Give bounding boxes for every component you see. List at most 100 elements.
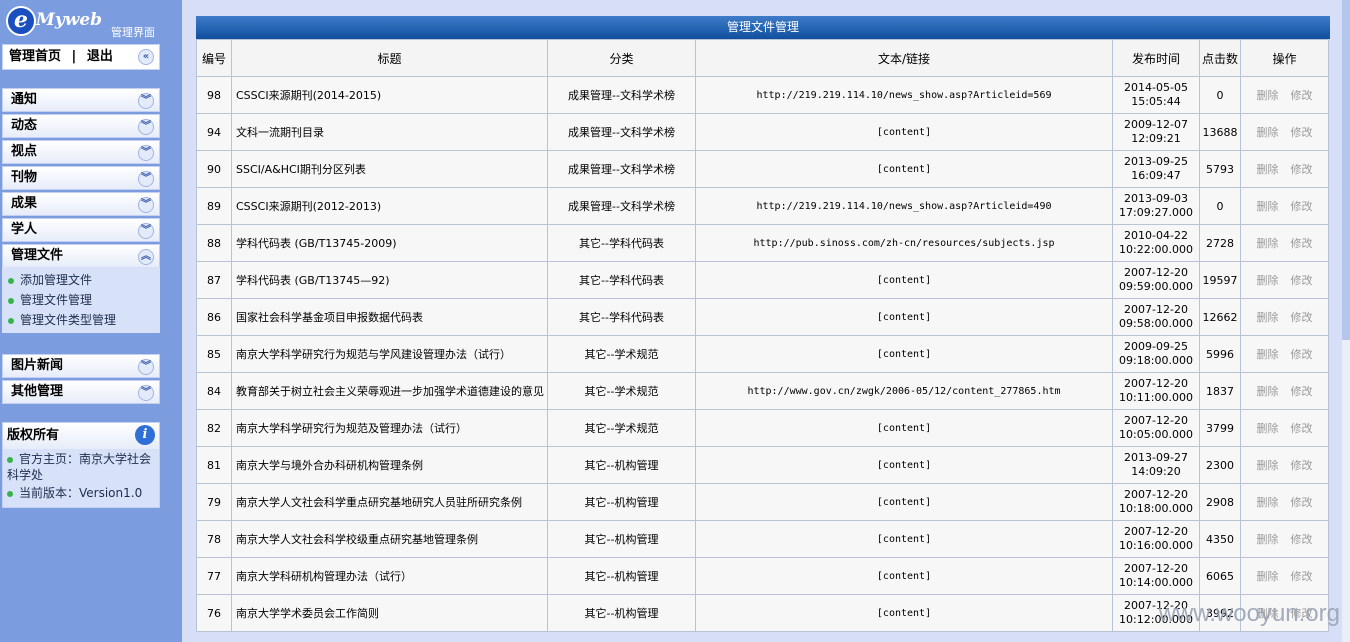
cell-clicks: 0 [1199, 76, 1241, 114]
date-text: 2009-12-07 [1124, 118, 1188, 131]
submenu-item-file-type-manage[interactable]: 管理文件类型管理 [2, 310, 160, 330]
chevron-down-icon[interactable]: ︾ [138, 93, 154, 109]
table-header-row: 编号 标题 分类 文本/链接 发布时间 点击数 操作 [196, 39, 1329, 77]
chevron-down-icon[interactable]: ︾ [138, 359, 154, 375]
cell-ops: 删除 修改 [1240, 113, 1329, 151]
menu-picture-news[interactable]: 图片新闻 ︾ [2, 354, 160, 378]
menu-journal[interactable]: 刊物 ︾ [2, 166, 160, 190]
cell-link: [content] [695, 520, 1113, 558]
edit-link[interactable]: 修改 [1291, 311, 1313, 324]
delete-link[interactable]: 删除 [1257, 533, 1279, 546]
cell-date: 2009-09-25 09:18:00.000 [1112, 335, 1200, 373]
menu-viewpoint[interactable]: 视点 ︾ [2, 140, 160, 164]
delete-link[interactable]: 删除 [1257, 422, 1279, 435]
edit-link[interactable]: 修改 [1291, 496, 1313, 509]
menu-achievement[interactable]: 成果 ︾ [2, 192, 160, 216]
cell-title: 南京大学人文社会科学校级重点研究基地管理条例 [231, 520, 548, 558]
edit-link[interactable]: 修改 [1291, 237, 1313, 250]
time-text: 15:05:44 [1131, 95, 1181, 108]
menu-scholar[interactable]: 学人 ︾ [2, 218, 160, 242]
version-info: 当前版本：Version1.0 [3, 483, 159, 501]
chevron-down-icon[interactable]: ︾ [138, 385, 154, 401]
delete-link[interactable]: 删除 [1257, 385, 1279, 398]
collapse-icon[interactable]: « [138, 49, 154, 65]
cell-link: [content] [695, 261, 1113, 299]
cell-date: 2007-12-20 09:59:00.000 [1112, 261, 1200, 299]
table-row: 88 学科代码表 (GB/T13745-2009) 其它--学科代码表 http://… [196, 224, 1329, 262]
edit-link[interactable]: 修改 [1291, 422, 1313, 435]
delete-link[interactable]: 删除 [1257, 459, 1279, 472]
copyright-header: 版权所有 i [3, 423, 159, 449]
cell-title: CSSCI来源期刊(2012-2013) [231, 187, 548, 225]
menu-news[interactable]: 动态 ︾ [2, 114, 160, 138]
delete-link[interactable]: 删除 [1257, 126, 1279, 139]
edit-link[interactable]: 修改 [1291, 126, 1313, 139]
scrollbar-thumb[interactable] [1342, 0, 1350, 340]
delete-link[interactable]: 删除 [1257, 570, 1279, 583]
col-id: 编号 [196, 39, 232, 77]
cell-ops: 删除 修改 [1240, 261, 1329, 299]
col-date: 发布时间 [1112, 39, 1200, 77]
menu-notice[interactable]: 通知 ︾ [2, 88, 160, 112]
left-sidebar: e Myweb 管理界面 管理首页 | 退出 « 通知 ︾ 动态 ︾ 视点 ︾ 刊物 ︾… [0, 0, 182, 642]
cell-date: 2013-09-27 14:09:20 [1112, 446, 1200, 484]
edit-link[interactable]: 修改 [1291, 348, 1313, 361]
submenu-item-add-file[interactable]: 添加管理文件 [2, 270, 160, 290]
date-text: 2010-04-22 [1124, 229, 1188, 242]
delete-link[interactable]: 删除 [1257, 89, 1279, 102]
chevron-down-icon[interactable]: ︾ [138, 171, 154, 187]
table-row: 85 南京大学科学研究行为规范与学风建设管理办法（试行） 其它--学术规范 [cont… [196, 335, 1329, 373]
vertical-scrollbar[interactable] [1342, 0, 1350, 642]
menu-management-files[interactable]: 管理文件 ︽ [2, 244, 160, 268]
table-row: 81 南京大学与境外合办科研机构管理条例 其它--机构管理 [content] 2013… [196, 446, 1329, 484]
edit-link[interactable]: 修改 [1291, 459, 1313, 472]
edit-link[interactable]: 修改 [1291, 533, 1313, 546]
menu-other-manage[interactable]: 其他管理 ︾ [2, 380, 160, 404]
cell-date: 2007-12-20 10:05:00.000 [1112, 409, 1200, 447]
delete-link[interactable]: 删除 [1257, 348, 1279, 361]
cell-category: 成果管理--文科学术榜 [547, 76, 696, 114]
logout-link[interactable]: 退出 [87, 49, 113, 64]
date-text: 2007-12-20 [1124, 488, 1188, 501]
delete-link[interactable]: 删除 [1257, 200, 1279, 213]
edit-link[interactable]: 修改 [1291, 274, 1313, 287]
page-title: 管理文件管理 [196, 16, 1330, 39]
delete-link[interactable]: 删除 [1257, 274, 1279, 287]
cell-title: 南京大学与境外合办科研机构管理条例 [231, 446, 548, 484]
cell-link: [content] [695, 557, 1113, 595]
delete-link[interactable]: 删除 [1257, 496, 1279, 509]
edit-link[interactable]: 修改 [1291, 570, 1313, 583]
chevron-down-icon[interactable]: ︾ [138, 119, 154, 135]
chevron-down-icon[interactable]: ︾ [138, 197, 154, 213]
chevron-up-icon[interactable]: ︽ [138, 249, 154, 265]
copyright-box: 版权所有 i 官方主页：南京大学社会科学处 当前版本：Version1.0 [2, 422, 160, 508]
table-row: 94 文科一流期刊目录 成果管理--文科学术榜 [content] 2009-12-07… [196, 113, 1329, 151]
cell-date: 2007-12-20 10:14:00.000 [1112, 557, 1200, 595]
edit-link[interactable]: 修改 [1291, 385, 1313, 398]
bullet-icon [8, 297, 14, 304]
cell-id: 87 [196, 261, 232, 299]
bullet-icon [7, 456, 13, 463]
delete-link[interactable]: 删除 [1257, 237, 1279, 250]
cell-title: 南京大学学术委员会工作简则 [231, 594, 548, 632]
cell-link: [content] [695, 409, 1113, 447]
menu-label: 学人 [11, 222, 38, 237]
time-text: 09:59:00.000 [1119, 280, 1193, 293]
table-row: 89 CSSCI来源期刊(2012-2013) 成果管理--文科学术榜 http://… [196, 187, 1329, 225]
edit-link[interactable]: 修改 [1291, 200, 1313, 213]
time-text: 10:05:00.000 [1119, 428, 1193, 441]
table-row: 90 SSCI/A&HCI期刊分区列表 成果管理--文科学术榜 [content] 20… [196, 150, 1329, 188]
home-link[interactable]: 管理首页 [9, 49, 61, 64]
submenu-item-file-manage[interactable]: 管理文件管理 [2, 290, 160, 310]
delete-link[interactable]: 删除 [1257, 163, 1279, 176]
date-text: 2007-12-20 [1124, 303, 1188, 316]
admin-label: 管理界面 [111, 26, 155, 39]
edit-link[interactable]: 修改 [1291, 163, 1313, 176]
delete-link[interactable]: 删除 [1257, 311, 1279, 324]
cell-clicks: 2908 [1199, 483, 1241, 521]
chevron-down-icon[interactable]: ︾ [138, 145, 154, 161]
edit-link[interactable]: 修改 [1291, 89, 1313, 102]
cell-id: 82 [196, 409, 232, 447]
cell-category: 其它--机构管理 [547, 557, 696, 595]
chevron-down-icon[interactable]: ︾ [138, 223, 154, 239]
